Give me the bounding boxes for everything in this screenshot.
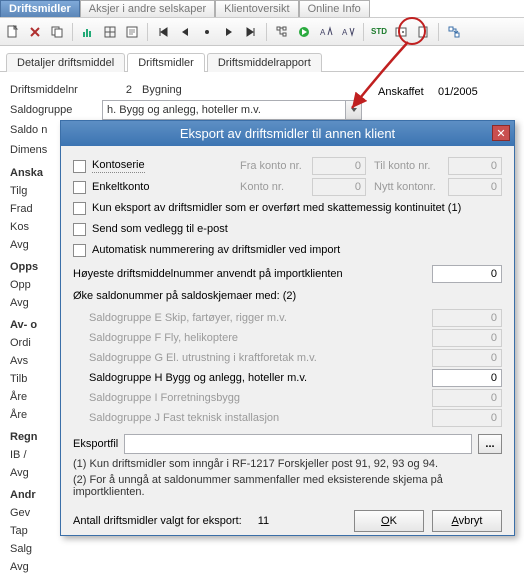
input-eksportfil[interactable]: [124, 434, 472, 454]
label-auto-num: Automatisk nummerering av driftsmidler v…: [92, 244, 340, 256]
label-enkeltkonto: Enkeltkonto: [92, 181, 149, 193]
note-2: (2) For å unngå at saldonummer sammenfal…: [73, 474, 502, 498]
top-nav: Driftsmidler Aksjer i andre selskaper Kl…: [0, 0, 524, 18]
chevron-down-icon[interactable]: [345, 101, 361, 119]
label-saldogruppe: Saldogruppe: [10, 104, 102, 116]
tree-icon[interactable]: [273, 23, 291, 41]
saldogruppe-input: 0: [432, 409, 502, 427]
input-hoyeste[interactable]: 0: [432, 265, 502, 283]
combo-saldogruppe[interactable]: h. Bygg og anlegg, hoteller m.v.: [102, 100, 362, 120]
svg-text:A: A: [320, 28, 326, 37]
bullet-icon[interactable]: [198, 23, 216, 41]
label-antall: Antall driftsmidler valgt for eksport:: [73, 515, 242, 527]
label-driftsmiddelnr: Driftsmiddelnr: [10, 84, 102, 96]
saldogruppe-input: 0: [432, 329, 502, 347]
tab-rapport[interactable]: Driftsmiddelrapport: [207, 53, 322, 72]
dialog-titlebar: Eksport av driftsmidler til annen klient…: [61, 121, 514, 146]
new-icon[interactable]: [4, 23, 22, 41]
chart-icon[interactable]: [79, 23, 97, 41]
label-eksportfil: Eksportfil: [73, 438, 118, 450]
saldogruppe-label: Saldogruppe E Skip, fartøyer, rigger m.v…: [89, 312, 432, 324]
sort-asc-icon[interactable]: A: [317, 23, 335, 41]
value-antall: 11: [258, 515, 269, 527]
checkbox-send-vedlegg[interactable]: [73, 223, 86, 236]
label-nytt-konto: Nytt kontonr.: [374, 181, 448, 193]
saldogruppe-list: Saldogruppe E Skip, fartøyer, rigger m.v…: [89, 308, 502, 428]
label-oke: Øke saldonummer på saldoskjemaer med: (2…: [73, 290, 296, 302]
browse-button[interactable]: ...: [478, 434, 502, 454]
saldogruppe-label: Saldogruppe H Bygg og anlegg, hoteller m…: [89, 372, 432, 384]
input-nytt-konto[interactable]: 0: [448, 178, 502, 196]
form-icon[interactable]: [123, 23, 141, 41]
dialog-title-text: Eksport av driftsmidler til annen klient: [180, 126, 395, 141]
saldogruppe-input: 0: [432, 309, 502, 327]
checkbox-auto-num[interactable]: [73, 244, 86, 257]
topnav-tab-klientoversikt[interactable]: Klientoversikt: [215, 0, 298, 17]
label-kontoserie: Kontoserie: [92, 159, 145, 173]
mask-icon[interactable]: [392, 23, 410, 41]
cancel-button[interactable]: Avbryt: [432, 510, 502, 532]
input-konto-nr[interactable]: 0: [312, 178, 366, 196]
next-icon[interactable]: [220, 23, 238, 41]
topnav-tab-driftsmidler[interactable]: Driftsmidler: [0, 0, 80, 17]
checkbox-kontoserie[interactable]: [73, 160, 86, 173]
toolbar: A A STD: [0, 18, 524, 46]
input-fra-konto[interactable]: 0: [312, 157, 366, 175]
combo-saldogruppe-text: h. Bygg og anlegg, hoteller m.v.: [103, 104, 345, 116]
ok-button[interactable]: OK: [354, 510, 424, 532]
form-tabs: Detaljer driftsmiddel Driftsmidler Drift…: [0, 46, 524, 72]
checkbox-kun-eksport[interactable]: [73, 202, 86, 215]
topnav-tab-onlineinfo[interactable]: Online Info: [299, 0, 370, 17]
go-icon[interactable]: [295, 23, 313, 41]
svg-text:A: A: [342, 28, 348, 37]
value-bygning: Bygning: [142, 84, 182, 96]
delete-icon[interactable]: [26, 23, 44, 41]
saldogruppe-input: 0: [432, 349, 502, 367]
first-icon[interactable]: [154, 23, 172, 41]
label-hoyeste: Høyeste driftsmiddelnummer anvendt på im…: [73, 268, 343, 280]
saldogruppe-label: Saldogruppe J Fast teknisk installasjon: [89, 412, 432, 424]
right-side-column: Anskaffet 01/2005: [378, 82, 508, 102]
doc2-icon[interactable]: [414, 23, 432, 41]
topnav-tab-aksjer[interactable]: Aksjer i andre selskaper: [80, 0, 215, 17]
input-til-konto[interactable]: 0: [448, 157, 502, 175]
export-dialog: Eksport av driftsmidler til annen klient…: [60, 120, 515, 536]
copy-icon[interactable]: [48, 23, 66, 41]
value-anskaffet: 01/2005: [438, 86, 478, 98]
side-item: Avg: [10, 558, 90, 576]
last-icon[interactable]: [242, 23, 260, 41]
saldogruppe-label: Saldogruppe G El. utrustning i kraftfore…: [89, 352, 432, 364]
tab-driftsmidler[interactable]: Driftsmidler: [127, 53, 205, 72]
close-button[interactable]: ✕: [492, 125, 510, 141]
sort-desc-icon[interactable]: A: [339, 23, 357, 41]
saldogruppe-label: Saldogruppe F Fly, helikoptere: [89, 332, 432, 344]
label-til-konto: Til konto nr.: [374, 160, 448, 172]
label-send-vedlegg: Send som vedlegg til e-post: [92, 223, 228, 235]
tab-detaljer[interactable]: Detaljer driftsmiddel: [6, 53, 125, 72]
saldogruppe-label: Saldogruppe I Forretningsbygg: [89, 392, 432, 404]
label-kun-eksport: Kun eksport av driftsmidler som er overf…: [92, 202, 461, 214]
saldogruppe-input[interactable]: 0: [432, 369, 502, 387]
export-icon[interactable]: [445, 23, 463, 41]
prev-icon[interactable]: [176, 23, 194, 41]
label-anskaffet: Anskaffet: [378, 86, 438, 98]
value-driftsmiddelnr: 2: [102, 84, 142, 96]
std-icon[interactable]: STD: [370, 23, 388, 41]
grid-icon[interactable]: [101, 23, 119, 41]
checkbox-enkeltkonto[interactable]: [73, 181, 86, 194]
note-1: (1) Kun driftsmidler som inngår i RF-121…: [73, 458, 502, 470]
label-konto-nr: Konto nr.: [240, 181, 312, 193]
saldogruppe-input: 0: [432, 389, 502, 407]
label-fra-konto: Fra konto nr.: [240, 160, 312, 172]
side-item: Salg: [10, 540, 90, 558]
